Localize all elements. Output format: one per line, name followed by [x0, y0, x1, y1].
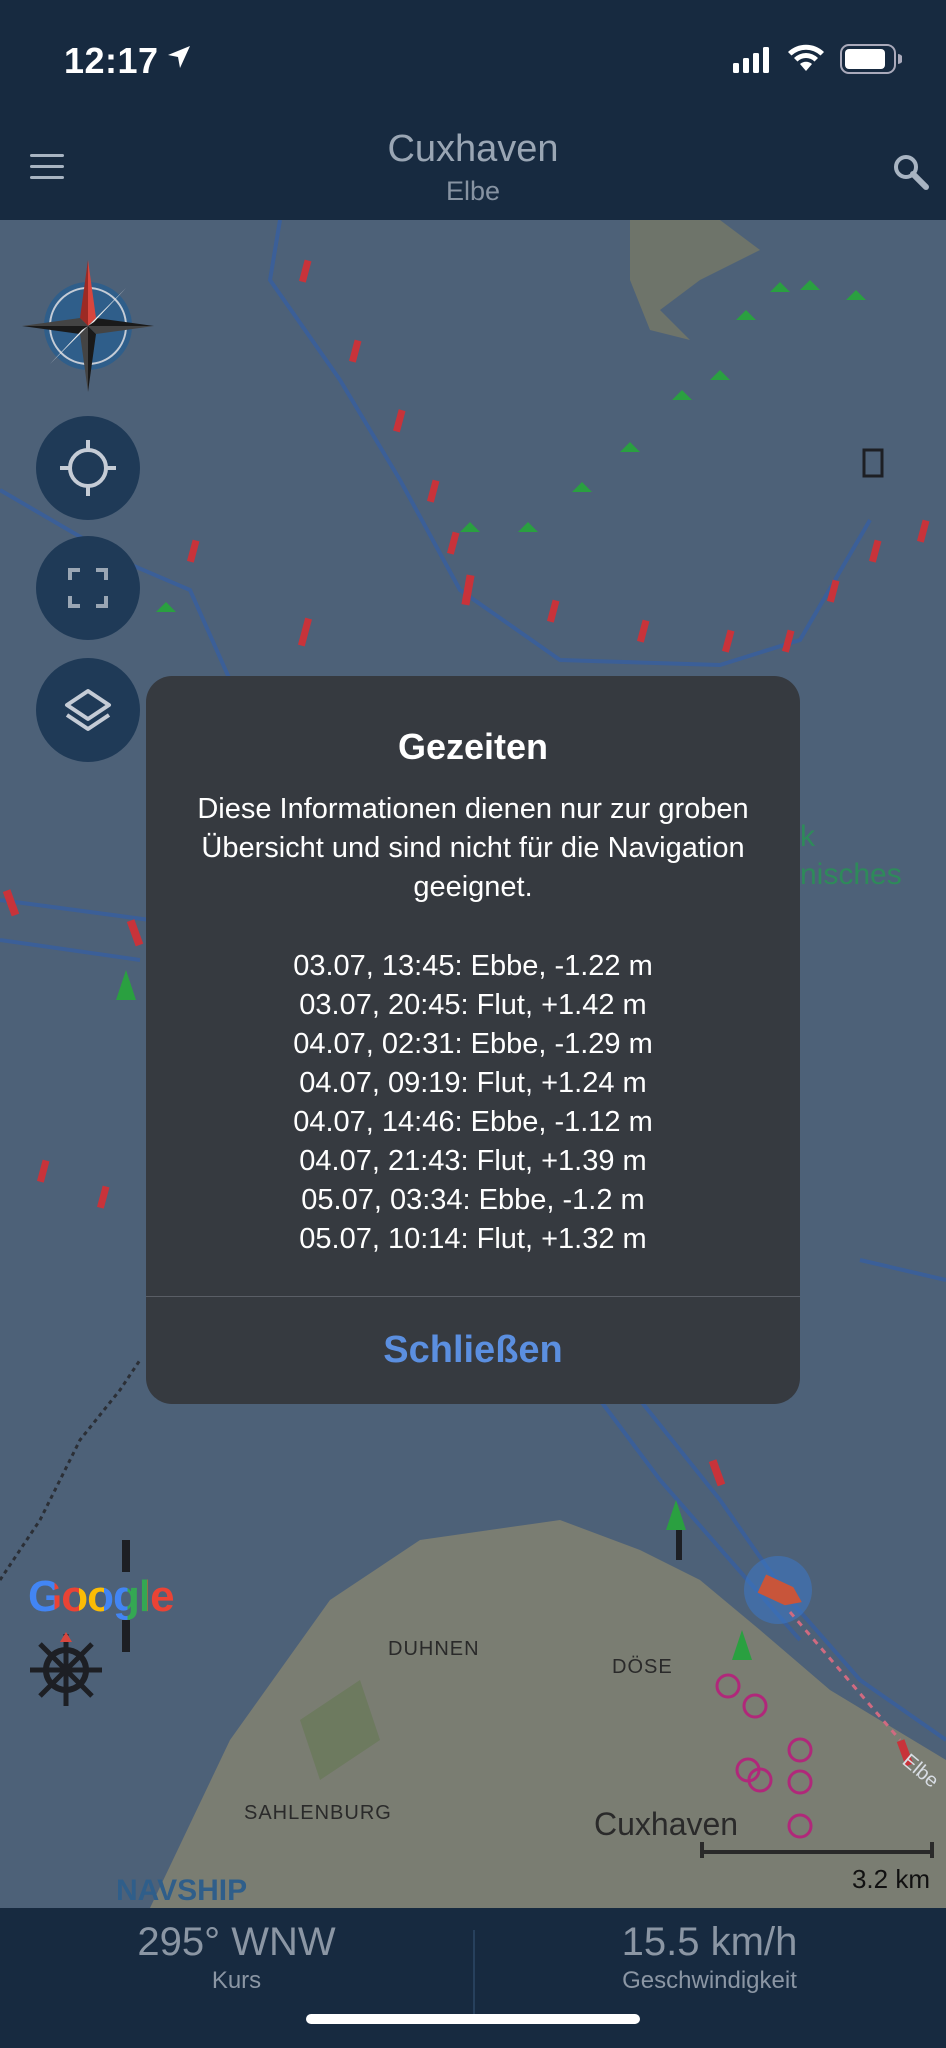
home-indicator[interactable]: [306, 2014, 640, 2024]
dialog-message: Diese Informationen dienen nur zur grobe…: [197, 793, 749, 903]
speed-label: Geschwindigkeit: [622, 1967, 797, 1994]
layers-button[interactable]: [36, 658, 140, 762]
status-time: 12:17: [64, 40, 159, 81]
search-icon[interactable]: [893, 154, 929, 190]
google-logo: Google: [28, 1572, 175, 1621]
status-bar: 12:17: [0, 0, 946, 110]
tide-entry: 05.07, 03:34: Ebbe, -1.2 m: [301, 1184, 645, 1216]
tides-dialog: Gezeiten Diese Informationen dienen nur …: [146, 676, 800, 1404]
location-arrow-icon: [168, 46, 190, 68]
map-label-partial-1: k: [800, 820, 815, 853]
tide-entry: 03.07, 13:45: Ebbe, -1.22 m: [293, 950, 653, 982]
scale-bar: 3.2 km: [700, 1842, 936, 1906]
tide-entry: 05.07, 10:14: Flut, +1.32 m: [299, 1223, 647, 1255]
locate-button[interactable]: [36, 416, 140, 520]
page-title: Cuxhaven: [387, 128, 559, 170]
course-label: Kurs: [211, 1967, 262, 1994]
bottom-info-bar: 295° WNW Kurs 15.5 km/h Geschwindigkeit: [0, 1908, 946, 2048]
map-label-cuxhaven: Cuxhaven: [594, 1806, 739, 1842]
ship-wheel-icon: [30, 1632, 102, 1706]
fullscreen-icon: [68, 568, 108, 608]
compass-rose-icon[interactable]: [18, 256, 158, 396]
course-value: 295° WNW: [137, 1920, 336, 1964]
course-readout: 295° WNW Kurs: [0, 1920, 473, 1995]
scale-label: 3.2 km: [851, 1864, 930, 1894]
app-header: Cuxhaven Elbe: [0, 110, 946, 220]
tides-list: 03.07, 13:45: Ebbe, -1.22 m 03.07, 20:45…: [146, 947, 800, 1259]
map-label-duhnen: DUHNEN: [388, 1638, 480, 1660]
layers-icon: [65, 689, 111, 731]
page-subtitle: Elbe: [445, 176, 501, 206]
navship-logo: NAVSHIP: [116, 1874, 248, 1907]
dialog-title: Gezeiten: [397, 726, 549, 767]
tide-entry: 04.07, 21:43: Flut, +1.39 m: [299, 1145, 647, 1177]
tide-entry: 04.07, 02:31: Ebbe, -1.29 m: [293, 1028, 653, 1060]
map-label-partial-2: nisches: [800, 858, 902, 891]
battery-icon: [840, 44, 902, 74]
map-label-dose: DÖSE: [612, 1656, 673, 1678]
speed-readout: 15.5 km/h Geschwindigkeit: [473, 1920, 946, 1995]
cellular-signal-icon: [733, 47, 769, 73]
tide-entry: 04.07, 14:46: Ebbe, -1.12 m: [293, 1106, 653, 1138]
crosshair-icon: [60, 440, 116, 496]
map-label-sahlenburg: SAHLENBURG: [244, 1802, 392, 1824]
close-button[interactable]: Schließen: [146, 1296, 800, 1404]
wifi-icon: [788, 44, 824, 71]
tide-entry: 03.07, 20:45: Flut, +1.42 m: [299, 989, 647, 1021]
tide-entry: 04.07, 09:19: Flut, +1.24 m: [299, 1067, 647, 1099]
speed-value: 15.5 km/h: [621, 1920, 798, 1964]
fullscreen-button[interactable]: [36, 536, 140, 640]
